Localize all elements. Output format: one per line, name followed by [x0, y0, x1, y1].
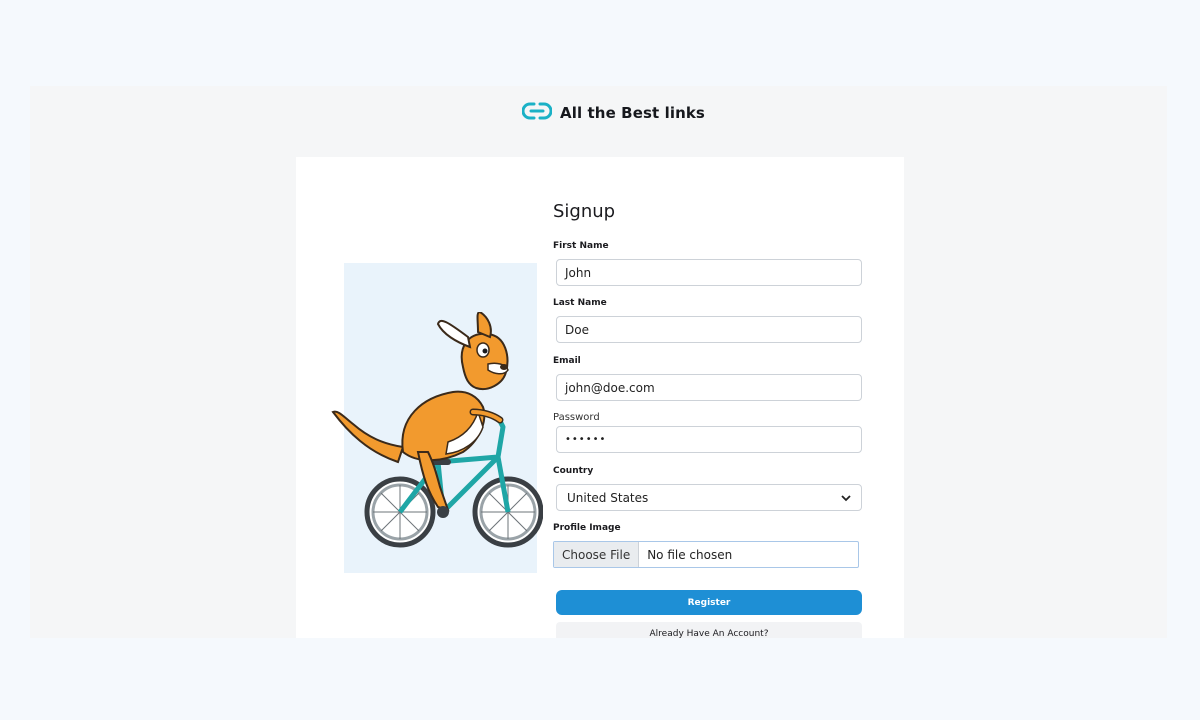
- last-name-field[interactable]: Doe: [556, 316, 862, 343]
- page-title: Signup: [553, 201, 616, 222]
- country-select-value: United States: [567, 490, 649, 505]
- country-select[interactable]: United States: [556, 484, 862, 511]
- last-name-label: Last Name: [553, 298, 607, 308]
- password-label: Password: [553, 412, 600, 423]
- choose-file-button[interactable]: Choose File: [554, 542, 640, 567]
- first-name-label: First Name: [553, 241, 609, 251]
- email-label: Email: [553, 356, 581, 366]
- password-field[interactable]: ••••••: [556, 426, 862, 453]
- signup-card: Signup First Name John Last Name Doe Ema…: [296, 157, 904, 638]
- file-status-text: No file chosen: [647, 547, 733, 562]
- country-label: Country: [553, 466, 594, 476]
- brand-header[interactable]: All the Best links: [521, 100, 705, 126]
- chain-link-icon: [521, 100, 553, 126]
- register-button[interactable]: Register: [556, 590, 862, 615]
- profile-image-file-input[interactable]: Choose File No file chosen: [553, 541, 859, 568]
- app-frame: All the Best links Signup First Name Joh…: [30, 86, 1167, 638]
- already-have-account-link[interactable]: Already Have An Account?: [556, 622, 862, 638]
- first-name-field[interactable]: John: [556, 259, 862, 286]
- kangaroo-on-bicycle-illustration: [328, 310, 544, 556]
- brand-name: All the Best links: [560, 104, 705, 122]
- email-field[interactable]: john@doe.com: [556, 374, 862, 401]
- chevron-down-icon: [841, 491, 851, 505]
- profile-image-label: Profile Image: [553, 523, 621, 533]
